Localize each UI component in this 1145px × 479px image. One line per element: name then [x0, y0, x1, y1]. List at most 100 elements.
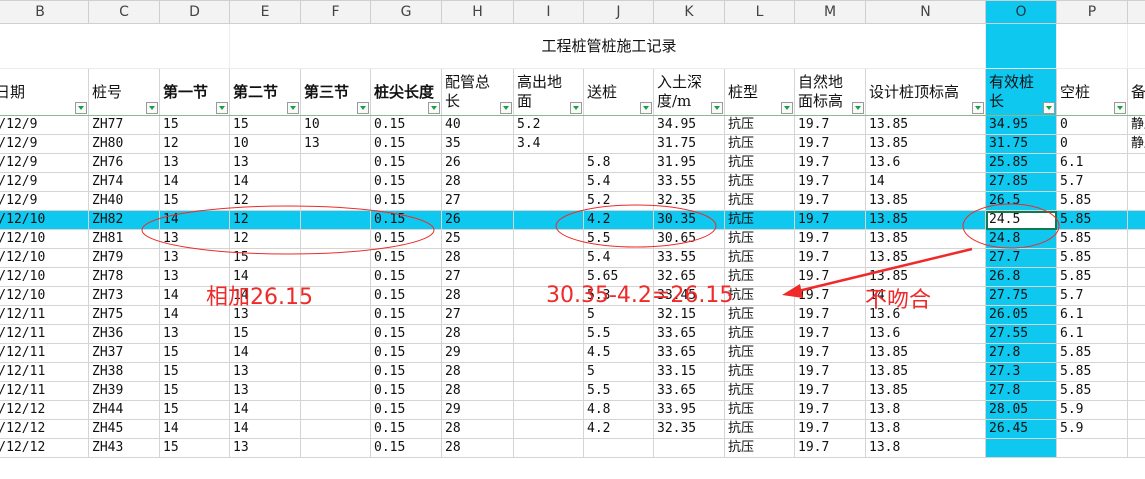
cell[interactable] — [1127, 343, 1145, 363]
cell[interactable] — [300, 267, 371, 287]
cell[interactable] — [300, 172, 371, 192]
cell[interactable]: 28 — [441, 362, 514, 382]
cell[interactable]: 13.6 — [865, 324, 986, 344]
filter-dropdown-icon[interactable] — [711, 102, 723, 114]
cell[interactable]: 19.7 — [794, 134, 866, 154]
cell[interactable] — [1127, 381, 1145, 401]
cell[interactable]: 26.8 — [985, 267, 1057, 287]
cell[interactable]: ZH39 — [88, 381, 160, 401]
cell[interactable]: 26.5 — [985, 191, 1057, 211]
cell[interactable]: ZH74 — [88, 172, 160, 192]
cell[interactable]: 0.15 — [370, 419, 442, 439]
cell[interactable]: ZH78 — [88, 267, 160, 287]
cell[interactable]: 5.5 — [583, 381, 654, 401]
cell[interactable]: 5.9 — [1056, 400, 1128, 420]
cell[interactable]: 31.75 — [653, 134, 725, 154]
cell[interactable]: 0.15 — [370, 229, 442, 249]
cell[interactable]: 0.15 — [370, 172, 442, 192]
title-row-cell[interactable] — [985, 23, 1057, 69]
filter-dropdown-icon[interactable] — [500, 102, 512, 114]
header-cell[interactable]: 备注 — [1127, 68, 1145, 116]
header-cell[interactable]: 桩型 — [724, 68, 795, 116]
filter-dropdown-icon[interactable] — [1043, 102, 1055, 114]
cell[interactable]: 14 — [229, 400, 301, 420]
column-header-L[interactable]: L — [724, 0, 795, 24]
cell[interactable]: 28 — [441, 324, 514, 344]
cell[interactable]: 抗压 — [724, 248, 795, 268]
cell[interactable]: 13.85 — [865, 381, 986, 401]
cell[interactable]: 13 — [159, 324, 230, 344]
cell[interactable]: 0.15 — [370, 324, 442, 344]
cell[interactable]: 29 — [441, 400, 514, 420]
cell[interactable]: ZH73 — [88, 286, 160, 306]
cell[interactable]: 13.6 — [865, 153, 986, 173]
cell[interactable]: 14 — [229, 419, 301, 439]
cell[interactable]: 14 — [159, 419, 230, 439]
cell[interactable]: 13 — [159, 248, 230, 268]
cell[interactable] — [583, 115, 654, 135]
cell[interactable] — [300, 210, 371, 230]
cell[interactable] — [513, 438, 584, 458]
cell[interactable] — [513, 153, 584, 173]
header-cell[interactable]: 第三节 — [300, 68, 371, 116]
cell[interactable]: 抗压 — [724, 305, 795, 325]
cell[interactable]: 5.4 — [583, 172, 654, 192]
cell[interactable]: 13.85 — [865, 115, 986, 135]
cell[interactable]: ZH79 — [88, 248, 160, 268]
column-header-J[interactable]: J — [583, 0, 654, 24]
cell[interactable]: 0.15 — [370, 362, 442, 382]
cell[interactable]: 2022/12/12 — [0, 438, 89, 458]
cell[interactable]: 15 — [229, 248, 301, 268]
header-cell[interactable]: 高出地面 — [513, 68, 584, 116]
cell[interactable]: 0.15 — [370, 400, 442, 420]
cell[interactable]: 26 — [441, 153, 514, 173]
cell[interactable]: 19.7 — [794, 438, 866, 458]
cell[interactable]: 抗压 — [724, 267, 795, 287]
cell[interactable]: 28 — [441, 286, 514, 306]
column-header-N[interactable]: N — [865, 0, 986, 24]
cell[interactable]: 抗压 — [724, 286, 795, 306]
cell[interactable]: 2022/12/12 — [0, 400, 89, 420]
cell[interactable]: ZH45 — [88, 419, 160, 439]
cell[interactable]: 15 — [229, 324, 301, 344]
cell[interactable] — [985, 438, 1057, 458]
cell[interactable]: 25.85 — [985, 153, 1057, 173]
cell[interactable]: 2022/12/10 — [0, 248, 89, 268]
filter-dropdown-icon[interactable] — [75, 102, 87, 114]
cell[interactable] — [513, 305, 584, 325]
cell[interactable]: ZH37 — [88, 343, 160, 363]
cell[interactable]: ZH38 — [88, 362, 160, 382]
cell[interactable]: 10 — [300, 115, 371, 135]
cell[interactable]: 15 — [159, 362, 230, 382]
cell[interactable]: 14 — [229, 267, 301, 287]
cell[interactable]: 4.2 — [583, 419, 654, 439]
cell[interactable]: 15 — [159, 400, 230, 420]
cell[interactable]: 32.15 — [653, 305, 725, 325]
cell[interactable]: 15 — [229, 115, 301, 135]
cell[interactable]: 5.7 — [1056, 172, 1128, 192]
cell[interactable]: 2022/12/11 — [0, 324, 89, 344]
cell[interactable]: 27.3 — [985, 362, 1057, 382]
cell[interactable]: 13 — [229, 438, 301, 458]
cell[interactable]: 19.7 — [794, 153, 866, 173]
title-spacer-cell[interactable] — [0, 23, 230, 69]
cell[interactable]: 28 — [441, 248, 514, 268]
cell[interactable]: 2022/12/9 — [0, 115, 89, 135]
header-cell[interactable]: 自然地面标高 — [794, 68, 866, 116]
cell[interactable]: 0.15 — [370, 248, 442, 268]
cell[interactable] — [1127, 286, 1145, 306]
cell[interactable]: 13 — [229, 153, 301, 173]
cell[interactable]: 14 — [229, 343, 301, 363]
cell[interactable]: 19.7 — [794, 248, 866, 268]
cell[interactable]: 5.2 — [583, 191, 654, 211]
cell[interactable]: 抗压 — [724, 191, 795, 211]
cell[interactable] — [583, 134, 654, 154]
header-cell[interactable]: 有效桩长 — [985, 68, 1057, 116]
header-cell[interactable]: 设计桩顶标高 — [865, 68, 986, 116]
cell[interactable] — [513, 343, 584, 363]
cell[interactable]: 5.85 — [1056, 343, 1128, 363]
header-cell[interactable]: 入土深度/m — [653, 68, 725, 116]
cell[interactable] — [1127, 267, 1145, 287]
cell[interactable]: 抗压 — [724, 134, 795, 154]
cell[interactable]: 0 — [1056, 115, 1128, 135]
